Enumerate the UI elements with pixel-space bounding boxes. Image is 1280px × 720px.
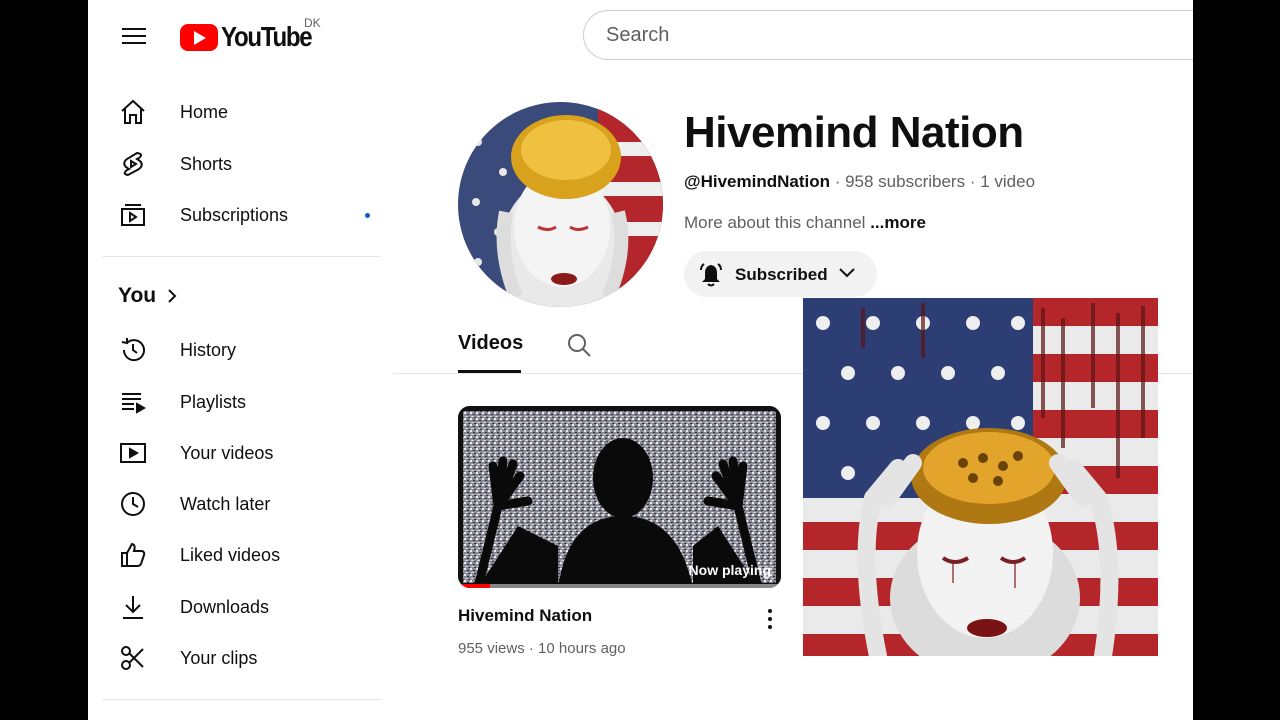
watch-progress-bar [458,584,781,588]
meta-separator: · [524,640,539,657]
sidebar-item-label: Your videos [180,442,274,463]
watch-later-icon [116,487,150,521]
sidebar-item-label: Playlists [180,391,247,412]
search-input[interactable] [604,23,1188,48]
chevron-right-icon [168,289,177,303]
history-icon [116,333,150,367]
sidebar-item-watch-later[interactable]: Watch later [116,482,386,526]
overlay-artwork-image [803,298,1158,656]
sidebar-item-your-videos[interactable]: Your videos [116,431,386,475]
sidebar-divider [102,256,380,257]
download-icon [116,590,150,624]
sidebar-item-your-clips[interactable]: Your clips [116,636,386,680]
logo-text: YouTube [221,21,313,52]
tab-videos[interactable]: Videos [458,332,523,355]
you-label: You [118,284,157,307]
now-playing-label: Now playing [688,562,771,578]
video-title[interactable]: Hivemind Nation [458,606,592,626]
search-box[interactable] [583,10,1193,60]
menu-icon[interactable] [110,22,146,50]
sidebar-item-label: Watch later [180,493,271,514]
video-count: 1 video [980,172,1036,191]
sidebar-item-label: Downloads [180,596,270,617]
watch-progress-fill [458,584,491,588]
sidebar-item-label: History [180,339,237,360]
sidebar-item-label: Your clips [180,647,258,668]
sidebar-divider [102,699,380,700]
youtube-window: YouTube DK Home Shorts Subscriptions You… [88,0,1193,720]
subscribed-label: Subscribed [735,265,828,284]
new-content-dot [365,213,370,218]
about-text: More about this channel [684,213,866,232]
playlists-icon [116,385,150,419]
home-icon [116,95,150,129]
channel-meta: @HivemindNation · 958 subscribers · 1 vi… [684,172,1035,192]
upload-age: 10 hours ago [538,640,626,657]
video-thumbnail[interactable]: Now playing [458,406,781,588]
meta-separator: · [829,172,846,191]
sidebar-item-shorts[interactable]: Shorts [116,142,386,186]
view-count: 955 views [458,640,525,657]
sidebar-item-liked-videos[interactable]: Liked videos [116,533,386,577]
sidebar-item-subscriptions[interactable]: Subscriptions [116,193,386,237]
meta-separator: · [965,172,981,191]
sidebar-item-label: Home [180,101,229,122]
sidebar-item-history[interactable]: History [116,328,386,372]
more-link[interactable]: ...more [870,213,926,232]
sidebar-item-home[interactable]: Home [116,90,386,134]
channel-search-icon[interactable] [566,332,592,363]
subscriber-count: 958 subscribers [845,172,966,191]
sidebar-item-downloads[interactable]: Downloads [116,585,386,629]
chevron-down-icon [839,268,855,278]
your-videos-icon [116,436,150,470]
sidebar-you-header[interactable]: You [118,284,178,308]
scissors-icon [116,641,150,675]
shorts-icon [116,147,150,181]
sidebar-item-label: Liked videos [180,544,281,565]
country-code: DK [304,16,321,30]
bell-icon [700,263,722,287]
channel-avatar[interactable] [458,102,663,307]
more-options-icon[interactable] [760,606,780,632]
thumbs-up-icon [116,538,150,572]
subscriptions-icon [116,198,150,232]
youtube-play-icon [180,23,218,51]
sidebar-item-playlists[interactable]: Playlists [116,380,386,424]
channel-handle[interactable]: @HivemindNation [684,172,830,191]
video-meta: 955 views · 10 hours ago [458,640,626,657]
sidebar-item-label: Shorts [180,153,233,174]
channel-name: Hivemind Nation [684,108,1024,157]
sidebar-item-label: Subscriptions [180,204,289,225]
channel-about-link[interactable]: More about this channel ...more [684,213,926,233]
subscribed-button[interactable]: Subscribed [684,251,877,297]
